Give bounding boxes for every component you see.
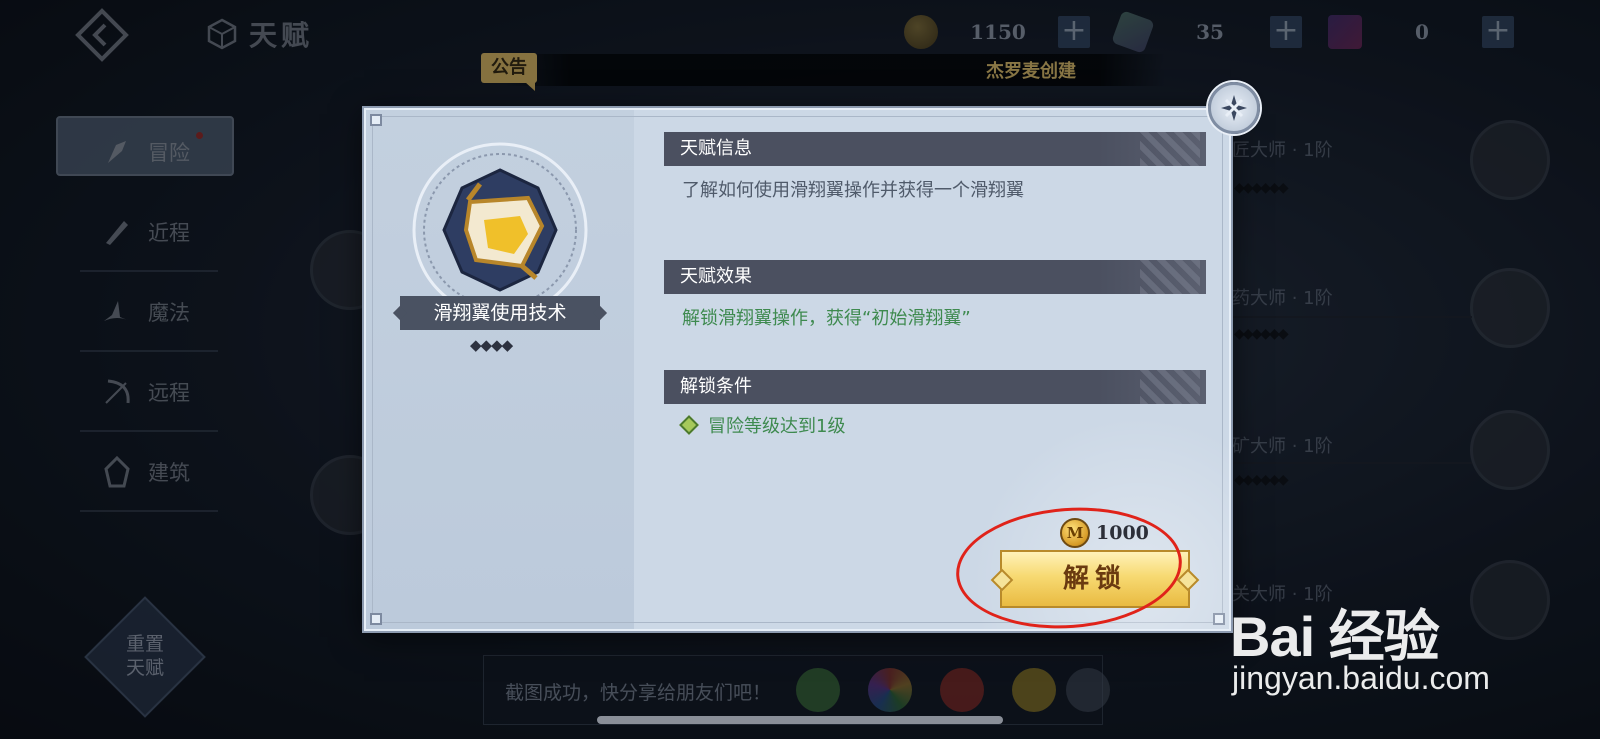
talent-node[interactable] <box>1470 120 1550 200</box>
section-header-info: 天赋信息 <box>664 132 1206 166</box>
adventure-icon <box>108 141 126 163</box>
talent-node[interactable] <box>1470 560 1550 640</box>
bow-icon <box>105 379 130 404</box>
tree-connector <box>1232 316 1472 318</box>
add-gold-button[interactable]: + <box>1058 16 1090 48</box>
resource-cube: 0 + <box>1328 14 1514 50</box>
talent-effect-text: 解锁滑翔翼操作，获得“初始滑翔翼” <box>682 308 971 329</box>
sidebar-nav: 冒险 近程 魔法 远程 建筑 <box>56 112 242 512</box>
magic-hat-icon <box>104 301 130 321</box>
weibo-icon[interactable] <box>940 668 984 712</box>
talent-name: 滑翔翼使用技术 <box>400 296 600 330</box>
moments-icon[interactable] <box>868 668 912 712</box>
sidebar-item-label: 魔法 <box>148 301 190 325</box>
tree-connector <box>1232 462 1472 464</box>
sidebar-item-ranged[interactable]: 远程 <box>56 352 242 432</box>
sidebar-item-magic[interactable]: 魔法 <box>56 272 242 352</box>
sidebar-item-melee[interactable]: 近程 <box>56 192 242 272</box>
talent-node-rank: ◆◆◆◆◆◆ <box>1234 472 1289 488</box>
condition-text: 冒险等级达到1级 <box>708 416 846 437</box>
talent-node[interactable] <box>1470 268 1550 348</box>
talent-node-label: 矿大师 · 1阶 <box>1232 436 1333 457</box>
melee-icon <box>106 221 128 245</box>
unlock-condition: 冒险等级达到1级 <box>679 412 846 438</box>
talent-rank: ◆◆◆◆ <box>470 336 513 354</box>
qzone-icon[interactable] <box>1012 668 1056 712</box>
talent-info-text: 了解如何使用滑翔翼操作并获得一个滑翔翼 <box>682 180 1024 201</box>
crystal-icon <box>1111 10 1155 54</box>
notice-tag: 公告 <box>481 53 537 91</box>
sidebar-item-adventure[interactable]: 冒险 <box>56 112 242 192</box>
building-icon <box>104 455 130 488</box>
wechat-icon[interactable] <box>796 668 840 712</box>
resource-cube-value: 0 <box>1415 20 1429 44</box>
page-title-text: 天赋 <box>249 19 314 52</box>
add-crystal-button[interactable]: + <box>1270 16 1302 48</box>
sidebar-item-label: 冒险 <box>148 141 190 165</box>
back-diamond-icon <box>75 8 129 62</box>
share-prompt: 截图成功，快分享给朋友们吧！ <box>505 682 772 704</box>
cube-gem-icon <box>1328 15 1362 49</box>
divider <box>80 510 218 512</box>
corner-ornament <box>370 613 382 625</box>
glider-talent-icon <box>412 142 588 318</box>
add-cube-button[interactable]: + <box>1482 16 1514 48</box>
header-deco <box>1140 132 1200 166</box>
section-title: 天赋效果 <box>680 266 752 287</box>
talent-node-rank: ◆◆◆◆◆◆ <box>1234 180 1289 196</box>
back-button[interactable] <box>60 0 144 70</box>
reset-label-line2: 天赋 <box>125 657 164 679</box>
talent-node-rank: ◆◆◆◆◆◆ <box>1234 326 1289 342</box>
watermark-url: jingyan.baidu.com <box>1232 660 1490 696</box>
header-deco <box>1140 260 1200 294</box>
resource-crystal: 35 + <box>1111 10 1302 54</box>
gold-coin-icon <box>904 15 938 49</box>
talent-node-label: 药大师 · 1阶 <box>1232 288 1333 309</box>
talent-node[interactable] <box>1470 410 1550 490</box>
talent-cube-icon <box>207 18 237 50</box>
condition-gem-icon <box>679 415 699 435</box>
page-title: 天赋 <box>205 14 313 54</box>
reset-label-line1: 重置 <box>125 633 164 655</box>
reset-talent-label: 重置 天赋 <box>110 632 180 680</box>
close-icon <box>1221 95 1247 121</box>
section-title: 天赋信息 <box>680 138 752 159</box>
sidebar-item-label: 建筑 <box>148 461 190 485</box>
resource-crystal-value: 35 <box>1196 20 1224 44</box>
sidebar-item-label: 近程 <box>148 221 190 245</box>
sidebar-item-building[interactable]: 建筑 <box>56 432 242 512</box>
notification-dot <box>196 132 203 139</box>
section-header-effect: 天赋效果 <box>664 260 1206 294</box>
sidebar-item-label: 远程 <box>148 381 190 405</box>
section-title: 解锁条件 <box>680 376 752 397</box>
resource-gold: 1150 + <box>904 14 1090 50</box>
dialog-close-button[interactable] <box>1208 82 1260 134</box>
close-icon[interactable] <box>1066 668 1110 712</box>
talent-node-label: 匠大师 · 1阶 <box>1232 140 1333 161</box>
home-indicator[interactable] <box>597 716 1003 724</box>
notice-text: 杰罗麦创建 <box>986 61 1076 82</box>
corner-ornament <box>370 114 382 126</box>
resource-gold-value: 1150 <box>970 20 1026 44</box>
sidebar-item-active-bg <box>56 116 234 176</box>
